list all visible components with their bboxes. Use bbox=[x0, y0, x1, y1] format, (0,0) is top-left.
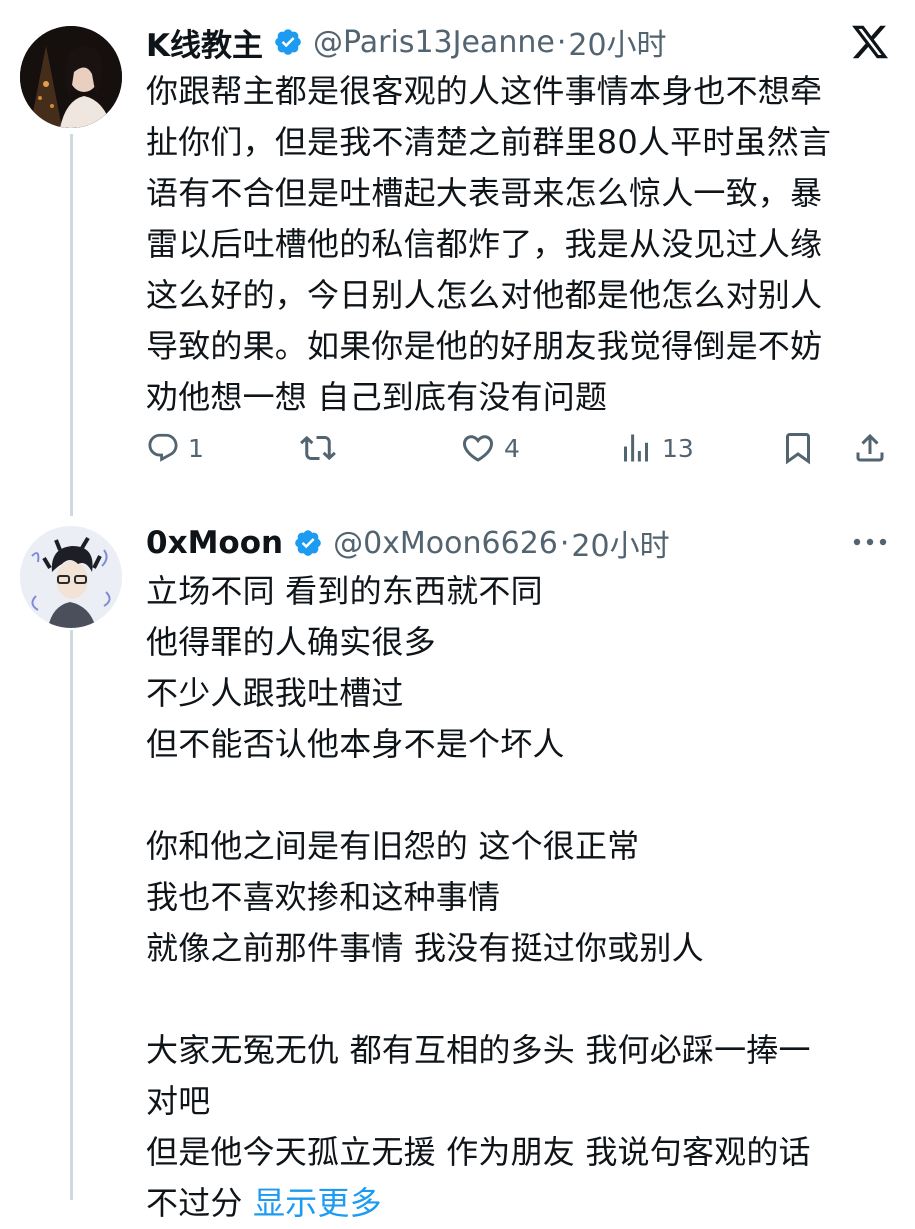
user-handle[interactable]: @Paris13Jeanne bbox=[313, 25, 555, 60]
thread-connector-line bbox=[70, 630, 73, 1200]
tweet-text: 立场不同 看到的东西就不同 他得罪的人确实很多 不少人跟我吐槽过 但不能否认他本… bbox=[146, 566, 886, 1229]
tweet-header: 0xMoon @0xMoon6626 · 20小时 bbox=[146, 521, 670, 565]
more-options-icon[interactable] bbox=[848, 532, 892, 552]
bookmark-button[interactable] bbox=[780, 424, 816, 472]
views-icon bbox=[624, 434, 648, 462]
user-handle[interactable]: @0xMoon6626 bbox=[333, 526, 558, 561]
verified-badge-icon bbox=[275, 29, 301, 55]
tweet-text: 你跟帮主都是很客观的人这件事情本身也不想牵 扯你们，但是我不清楚之前群里80人平… bbox=[146, 72, 832, 416]
avatar-illustration bbox=[20, 526, 122, 628]
avatar-photo bbox=[20, 26, 122, 128]
share-icon bbox=[856, 433, 884, 462]
retweet-icon bbox=[300, 435, 336, 461]
reply-count: 1 bbox=[188, 433, 204, 463]
display-name[interactable]: K线教主 bbox=[146, 20, 263, 65]
bookmark-icon bbox=[786, 433, 810, 465]
verified-badge-icon bbox=[295, 530, 321, 556]
reply-icon bbox=[148, 433, 178, 462]
separator-dot: · bbox=[556, 24, 567, 60]
timestamp[interactable]: 20小时 bbox=[571, 521, 669, 565]
avatar[interactable] bbox=[20, 526, 122, 628]
separator-dot: · bbox=[559, 525, 570, 561]
show-more-link[interactable]: 显示更多 bbox=[253, 1184, 382, 1222]
timestamp[interactable]: 20小时 bbox=[568, 20, 666, 64]
tweet-body: 立场不同 看到的东西就不同 他得罪的人确实很多 不少人跟我吐槽过 但不能否认他本… bbox=[146, 572, 811, 1222]
heart-icon bbox=[462, 435, 494, 462]
view-count: 13 bbox=[662, 433, 694, 463]
thread-connector-line bbox=[70, 134, 73, 516]
tweet-header: K线教主 @Paris13Jeanne · 20小时 bbox=[146, 20, 667, 65]
reply-button[interactable]: 1 bbox=[146, 424, 204, 472]
avatar[interactable] bbox=[20, 26, 122, 128]
views-button[interactable]: 13 bbox=[618, 424, 694, 472]
share-button[interactable] bbox=[852, 424, 888, 472]
tweet-action-bar: 1 4 13 bbox=[146, 424, 896, 472]
like-button[interactable]: 4 bbox=[460, 424, 520, 472]
like-count: 4 bbox=[504, 433, 520, 463]
display-name[interactable]: 0xMoon bbox=[146, 525, 283, 561]
x-logo-icon bbox=[852, 25, 889, 59]
retweet-button[interactable] bbox=[300, 424, 344, 472]
